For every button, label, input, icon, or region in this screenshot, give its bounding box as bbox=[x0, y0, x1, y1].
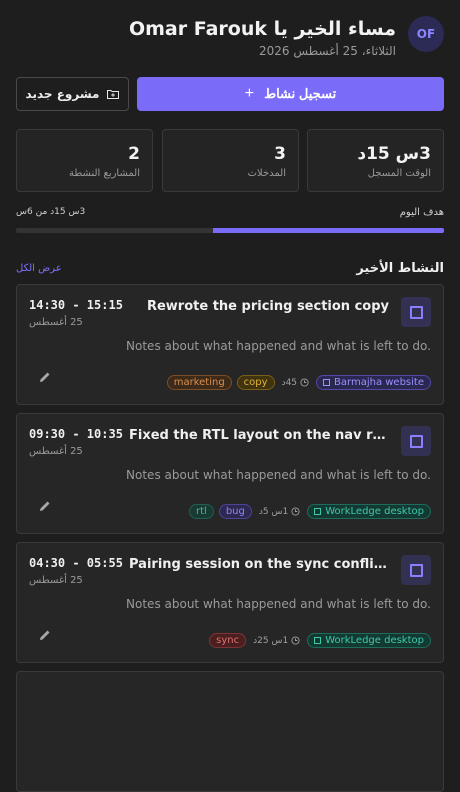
stat-value: 2 bbox=[128, 144, 140, 164]
complete-toggle[interactable] bbox=[401, 426, 431, 456]
project-pill[interactable]: Barmajha website bbox=[316, 375, 431, 390]
activity-card[interactable]: Pairing session on the sync conflict r..… bbox=[16, 542, 444, 663]
activity-card[interactable]: Fixed the RTL layout on the nav rail 09:… bbox=[16, 413, 444, 534]
activity-title: Pairing session on the sync conflict r..… bbox=[129, 557, 389, 572]
activity-notes[interactable]: Notes about what happened and what is le… bbox=[126, 597, 431, 611]
square-icon bbox=[314, 508, 322, 515]
project-name: WorkLedge desktop bbox=[325, 506, 424, 517]
activity-date: 25 أغسطس bbox=[29, 446, 83, 457]
tag[interactable]: sync bbox=[209, 633, 247, 648]
clock-icon bbox=[291, 507, 300, 516]
tag[interactable]: rtl bbox=[189, 504, 214, 519]
pencil-icon[interactable] bbox=[37, 498, 53, 514]
header: OF مساء الخير يا Omar Farouk الثلاثاء، 2… bbox=[16, 16, 444, 60]
new-project-label: مشروع جديد bbox=[25, 87, 100, 101]
view-all-link[interactable]: عرض الكل bbox=[16, 263, 62, 274]
avatar[interactable]: OF bbox=[408, 16, 444, 52]
duration: 1س 5د bbox=[259, 507, 300, 517]
square-icon bbox=[409, 434, 423, 448]
stat-value: 3 bbox=[274, 144, 286, 164]
stat-card-entries: 3 المدخلات bbox=[162, 129, 299, 192]
activity-title: Rewrote the pricing section copy bbox=[146, 299, 389, 314]
complete-toggle[interactable] bbox=[401, 555, 431, 585]
stat-label: المدخلات bbox=[247, 168, 286, 179]
tag[interactable]: copy bbox=[236, 375, 275, 390]
activity-date: 25 أغسطس bbox=[29, 317, 83, 328]
activity-notes[interactable]: Notes about what happened and what is le… bbox=[126, 339, 431, 353]
daily-goal-progress-fill bbox=[212, 228, 444, 233]
activity-card[interactable] bbox=[16, 671, 444, 792]
duration: 1س 25د bbox=[253, 636, 300, 646]
greeting: مساء الخير يا Omar Farouk bbox=[128, 18, 396, 40]
activity-meta: WorkLedge desktop 1س 25د sync bbox=[209, 633, 431, 648]
current-date: الثلاثاء، 25 أغسطس 2026 bbox=[258, 44, 396, 58]
duration-value: 1س 5د bbox=[258, 506, 289, 517]
square-icon bbox=[409, 305, 423, 319]
activity-meta: Barmajha website 45د copy marketing bbox=[166, 375, 431, 390]
complete-toggle[interactable] bbox=[401, 297, 431, 327]
activity-date: 25 أغسطس bbox=[29, 575, 83, 586]
pencil-icon[interactable] bbox=[37, 369, 53, 385]
duration-value: 45د bbox=[281, 377, 298, 388]
daily-goal-progress bbox=[16, 228, 444, 233]
square-icon bbox=[323, 379, 331, 386]
project-pill[interactable]: WorkLedge desktop bbox=[307, 633, 431, 648]
folder-plus-icon bbox=[107, 90, 120, 99]
stat-card-time: 3س 15د الوقت المسجل bbox=[307, 129, 444, 192]
project-pill[interactable]: WorkLedge desktop bbox=[307, 504, 431, 519]
square-icon bbox=[409, 563, 423, 577]
new-project-button[interactable]: مشروع جديد bbox=[16, 77, 129, 111]
recent-activity-title: النشاط الأخير bbox=[356, 261, 444, 276]
daily-goal-label: هدف اليوم bbox=[399, 207, 444, 218]
pencil-icon[interactable] bbox=[37, 627, 53, 643]
stat-value: 3س 15د bbox=[357, 144, 431, 164]
activity-card[interactable]: Rewrote the pricing section copy 14:30 -… bbox=[16, 284, 444, 405]
activity-time-range: 04:30 - 05:55 bbox=[29, 556, 123, 570]
duration-value: 1س 25د bbox=[253, 635, 289, 646]
activity-title: Fixed the RTL layout on the nav rail bbox=[129, 428, 389, 443]
stat-label: المشاريع النشطة bbox=[68, 168, 140, 179]
plus-icon: + bbox=[244, 85, 255, 102]
activity-notes[interactable]: Notes about what happened and what is le… bbox=[126, 468, 431, 482]
stat-card-projects: 2 المشاريع النشطة bbox=[16, 129, 153, 192]
activity-time-range: 09:30 - 10:35 bbox=[29, 427, 123, 441]
activity-meta: WorkLedge desktop 1س 5د bug rtl bbox=[189, 504, 431, 519]
stat-label: الوقت المسجل bbox=[367, 168, 431, 179]
clock-icon bbox=[291, 636, 300, 645]
log-activity-label: تسجيل نشاط bbox=[264, 86, 337, 101]
daily-goal-value: 3س 15د من 6س bbox=[16, 207, 86, 217]
project-name: Barmajha website bbox=[334, 377, 424, 388]
square-icon bbox=[314, 637, 322, 644]
activity-time-range: 14:30 - 15:15 bbox=[29, 298, 123, 312]
clock-icon bbox=[300, 378, 309, 387]
duration: 45د bbox=[282, 378, 309, 388]
project-name: WorkLedge desktop bbox=[325, 635, 424, 646]
tag[interactable]: marketing bbox=[166, 375, 232, 390]
log-activity-button[interactable]: + تسجيل نشاط bbox=[137, 77, 444, 111]
tag[interactable]: bug bbox=[218, 504, 252, 519]
